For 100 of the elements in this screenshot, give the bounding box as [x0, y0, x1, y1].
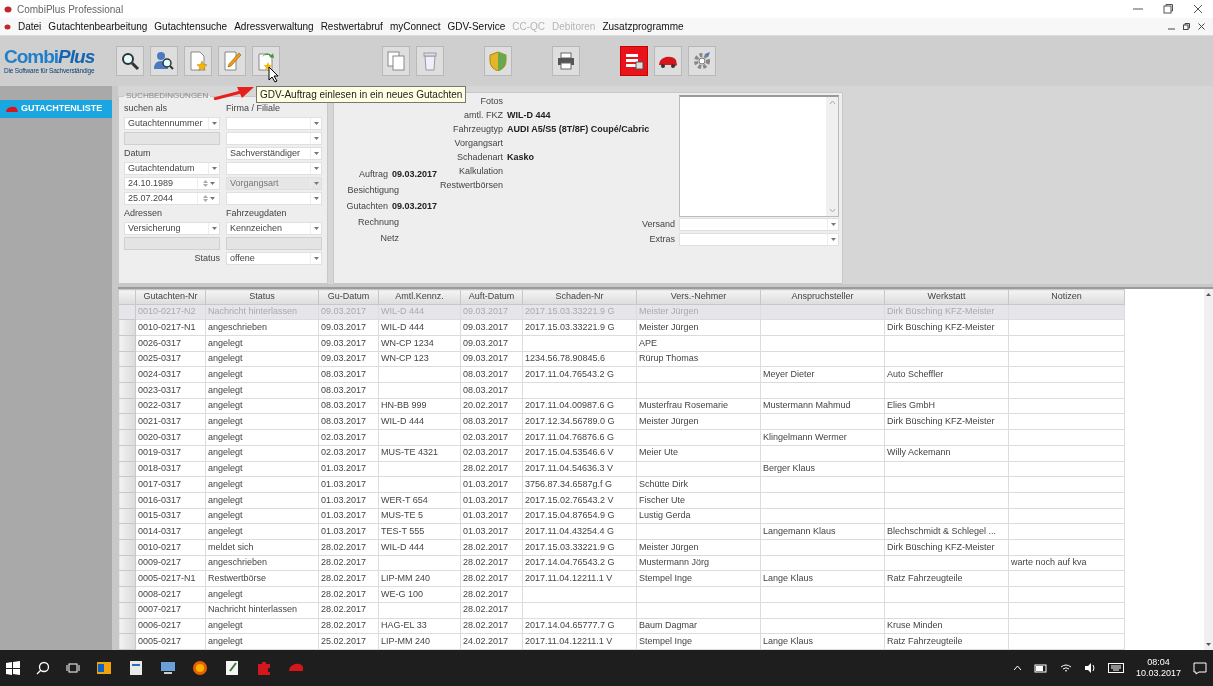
- menu-item[interactable]: Gutachtensuche: [154, 19, 228, 34]
- table-cell: angelegt: [205, 492, 319, 509]
- date-field[interactable]: 25.07.2044: [124, 192, 220, 205]
- shield-button[interactable]: [484, 46, 512, 76]
- notes-textarea[interactable]: [679, 95, 839, 217]
- table-cell: 2017.12.34.56789.0 G: [522, 413, 637, 430]
- windows-logo-icon[interactable]: [6, 661, 20, 675]
- column-header[interactable]: Anspruchsteller: [760, 289, 885, 304]
- table-cell: 0024-0317: [135, 366, 206, 383]
- table-cell: warte noch auf kva: [1008, 555, 1125, 571]
- table-cell: 02.03.2017: [460, 429, 523, 446]
- battery-icon[interactable]: [1033, 663, 1048, 673]
- task-view-icon[interactable]: [66, 661, 80, 675]
- table-cell: Dirk Büsching KFZ-Meister: [884, 319, 1009, 336]
- table-cell: 1234.56.78.90845.6: [522, 351, 637, 367]
- menu-item[interactable]: Adressverwaltung: [234, 19, 314, 34]
- dropdown[interactable]: Versicherung: [124, 222, 220, 235]
- printer-button[interactable]: [552, 46, 580, 76]
- table-cell: Ratz Fahrzeugteile: [884, 633, 1009, 650]
- menu-item[interactable]: GDV-Service: [447, 19, 506, 34]
- app-icon[interactable]: [192, 660, 208, 676]
- table-cell: WIL-D 444: [378, 319, 461, 336]
- app-icon[interactable]: [224, 660, 240, 676]
- close-icon[interactable]: [1198, 23, 1205, 30]
- menu-item[interactable]: Zusatzprogramme: [602, 19, 684, 34]
- document-star-button[interactable]: [184, 46, 212, 76]
- maximize-icon[interactable]: [1163, 4, 1173, 14]
- field-label: Netz: [379, 232, 399, 246]
- column-header[interactable]: Gutachten-Nr: [135, 289, 206, 304]
- table-cell: Willy Ackemann: [884, 445, 1009, 462]
- menu-item[interactable]: Restwertabruf: [320, 19, 383, 34]
- table-cell: 0022-0317: [135, 398, 206, 414]
- copy-icon: [386, 51, 406, 71]
- dropdown[interactable]: Gutachtendatum: [124, 162, 220, 175]
- speaker-icon[interactable]: [1083, 663, 1096, 673]
- menu-item[interactable]: myConnect: [389, 19, 441, 34]
- menu-item[interactable]: Gutachtenbearbeitung: [48, 19, 148, 34]
- chevron-up-icon[interactable]: [1012, 665, 1022, 671]
- person-search-button[interactable]: [150, 46, 178, 76]
- date-field[interactable]: 24.10.1989: [124, 177, 220, 190]
- dropdown[interactable]: Kennzeichen: [226, 222, 322, 235]
- dropdown[interactable]: [226, 132, 322, 145]
- column-header[interactable]: Notizen: [1008, 289, 1125, 304]
- caret-icon: [312, 181, 320, 186]
- search-icon[interactable]: [36, 661, 50, 675]
- table-cell: Kruse Minden: [884, 618, 1009, 634]
- restore-icon[interactable]: [1183, 23, 1190, 30]
- copy-button[interactable]: [382, 46, 410, 76]
- table-cell: 08.03.2017: [460, 366, 523, 383]
- table-cell: 28.02.2017: [460, 539, 523, 556]
- spinner-icon: [201, 194, 209, 203]
- app-icon[interactable]: [128, 660, 144, 676]
- field-value: Kasko: [507, 151, 534, 165]
- column-header[interactable]: Amtl.Kennz.: [378, 289, 461, 304]
- menu-item[interactable]: Datei: [18, 19, 42, 34]
- dropdown[interactable]: [679, 218, 839, 231]
- table-cell: angelegt: [205, 398, 319, 414]
- gear-button[interactable]: [688, 46, 716, 76]
- pencil-button[interactable]: [218, 46, 246, 76]
- column-header[interactable]: Schaden-Nr: [522, 289, 637, 304]
- column-header[interactable]: Vers.-Nehmer: [636, 289, 761, 304]
- table-cell: Mustermann Mahmud: [760, 398, 885, 414]
- table-cell: 08.03.2017: [318, 398, 379, 414]
- dropdown[interactable]: Sachverständiger: [226, 147, 322, 160]
- column-header[interactable]: Gu-Datum: [318, 289, 379, 304]
- close-icon[interactable]: [1193, 4, 1203, 14]
- scrollbar[interactable]: [1204, 289, 1213, 650]
- table-cell: 28.02.2017: [318, 555, 379, 571]
- table-cell: Blechschmidt & Schlegel ...: [884, 523, 1009, 540]
- search-button[interactable]: [116, 46, 144, 76]
- dropdown[interactable]: Gutachtennummer: [124, 117, 220, 130]
- scroll-up-icon: [828, 100, 836, 105]
- table-cell: Schütte Dirk: [636, 476, 761, 493]
- column-header[interactable]: Werkstatt: [884, 289, 1009, 304]
- caret-icon: [312, 166, 320, 171]
- table-cell: 28.02.2017: [460, 570, 523, 587]
- keyboard-icon[interactable]: [1107, 663, 1124, 673]
- column-header[interactable]: Auft-Datum: [460, 289, 523, 304]
- wifi-icon[interactable]: [1059, 663, 1072, 673]
- table-cell: Rürup Thomas: [636, 351, 761, 367]
- list-button[interactable]: [620, 46, 648, 76]
- clock[interactable]: 08:04 10.03.2017: [1135, 657, 1181, 679]
- table-cell: 28.02.2017: [318, 570, 379, 587]
- table-cell: 28.02.2017: [460, 461, 523, 477]
- table-cell: 01.03.2017: [318, 461, 379, 477]
- dropdown[interactable]: [226, 162, 322, 175]
- table-cell: 02.03.2017: [318, 445, 379, 462]
- dropdown[interactable]: [226, 117, 322, 130]
- table-cell: 0026-0317: [135, 335, 206, 352]
- table-cell: 28.02.2017: [460, 586, 523, 603]
- car-button[interactable]: [654, 46, 682, 76]
- dropdown[interactable]: [679, 233, 839, 246]
- notification-icon[interactable]: [1193, 661, 1207, 675]
- column-header[interactable]: Status: [205, 289, 319, 304]
- app-icon[interactable]: [160, 660, 176, 676]
- dropdown[interactable]: [226, 192, 322, 205]
- dropdown[interactable]: offene: [226, 252, 322, 265]
- trash-button[interactable]: [416, 46, 444, 76]
- app-icon[interactable]: [96, 660, 112, 676]
- table-cell: Baum Dagmar: [636, 618, 761, 634]
